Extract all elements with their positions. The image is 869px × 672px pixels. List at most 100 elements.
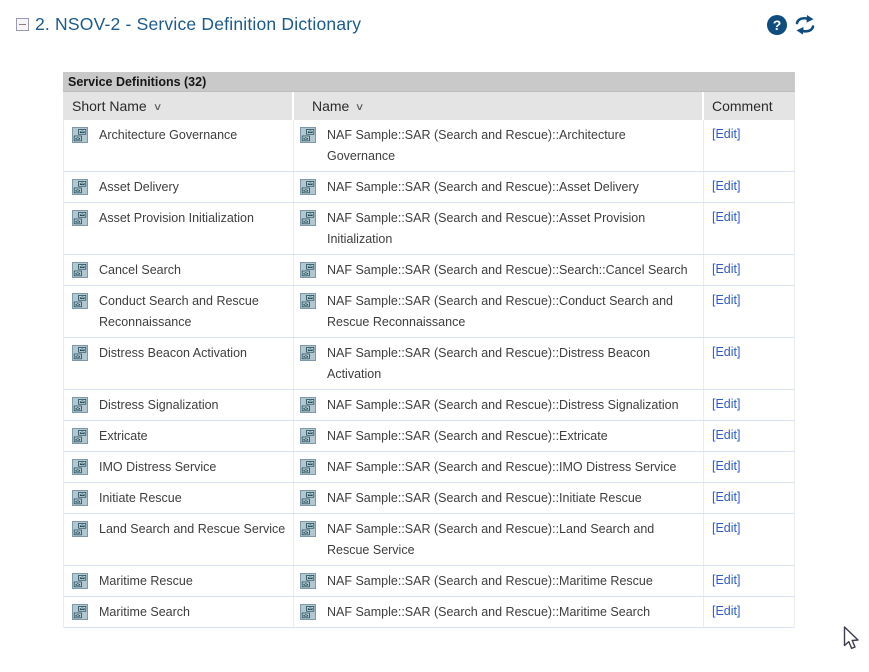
- short-name-text: Asset Delivery: [99, 177, 179, 198]
- table-row: Distress Beacon Activation NAF Sample::S…: [64, 338, 794, 390]
- name-text: NAF Sample::SAR (Search and Rescue)::Mar…: [327, 571, 653, 592]
- short-name-cell: Maritime Rescue: [64, 566, 293, 596]
- short-name-cell: IMO Distress Service: [64, 452, 293, 482]
- short-name-cell: Distress Beacon Activation: [64, 338, 293, 389]
- sort-chevron-icon[interactable]: ∨: [355, 102, 365, 113]
- name-cell: NAF Sample::SAR (Search and Rescue)::Ass…: [293, 203, 703, 254]
- short-name-text: Cancel Search: [99, 260, 181, 281]
- name-cell: NAF Sample::SAR (Search and Rescue)::Arc…: [293, 120, 703, 171]
- short-name-text: Extricate: [99, 426, 148, 447]
- service-icon: [72, 604, 88, 620]
- table-row: Asset Provision Initialization NAF Sampl…: [64, 203, 794, 255]
- service-icon: [72, 262, 88, 278]
- sort-chevron-icon[interactable]: ∨: [153, 102, 163, 113]
- table-row: Maritime Search NAF Sample::SAR (Search …: [64, 597, 794, 628]
- comment-cell: [Edit]: [703, 483, 794, 513]
- service-icon: [300, 428, 316, 444]
- service-icon: [300, 127, 316, 143]
- name-cell: NAF Sample::SAR (Search and Rescue)::Ass…: [293, 172, 703, 202]
- edit-link[interactable]: [Edit]: [712, 260, 741, 279]
- name-cell: NAF Sample::SAR (Search and Rescue)::Lan…: [293, 514, 703, 565]
- name-text: NAF Sample::SAR (Search and Rescue)::Sea…: [327, 260, 688, 281]
- edit-link[interactable]: [Edit]: [712, 571, 741, 590]
- short-name-cell: Initiate Rescue: [64, 483, 293, 513]
- name-cell: NAF Sample::SAR (Search and Rescue)::Ini…: [293, 483, 703, 513]
- help-icon[interactable]: ?: [766, 14, 788, 36]
- edit-link[interactable]: [Edit]: [712, 125, 741, 144]
- table-row: Extricate NAF Sample::SAR (Search and Re…: [64, 421, 794, 452]
- page-header: 2. NSOV-2 - Service Definition Dictionar…: [16, 14, 853, 35]
- short-name-text: Asset Provision Initialization: [99, 208, 254, 229]
- name-text: NAF Sample::SAR (Search and Rescue)::Ass…: [327, 208, 697, 250]
- name-text: NAF Sample::SAR (Search and Rescue)::Ass…: [327, 177, 639, 198]
- short-name-text: Architecture Governance: [99, 125, 237, 146]
- table-title: Service Definitions (32): [68, 75, 206, 89]
- table-row: IMO Distress Service NAF Sample::SAR (Se…: [64, 452, 794, 483]
- svg-text:?: ?: [773, 17, 782, 33]
- table-row: Asset Delivery NAF Sample::SAR (Search a…: [64, 172, 794, 203]
- short-name-text: Land Search and Rescue Service: [99, 519, 285, 540]
- refresh-icon[interactable]: [793, 14, 817, 36]
- comment-cell: [Edit]: [703, 597, 794, 627]
- table-header-row: Short Name ∨ Name ∨ Comment: [63, 92, 795, 120]
- edit-link[interactable]: [Edit]: [712, 457, 741, 476]
- short-name-cell: Cancel Search: [64, 255, 293, 285]
- comment-cell: [Edit]: [703, 421, 794, 451]
- comment-cell: [Edit]: [703, 203, 794, 254]
- name-text: NAF Sample::SAR (Search and Rescue)::Lan…: [327, 519, 697, 561]
- table-titlebar: Service Definitions (32): [63, 72, 795, 92]
- name-text: NAF Sample::SAR (Search and Rescue)::Mar…: [327, 602, 650, 623]
- service-icon: [300, 345, 316, 361]
- service-icon: [300, 293, 316, 309]
- name-cell: NAF Sample::SAR (Search and Rescue)::Ext…: [293, 421, 703, 451]
- short-name-text: Distress Beacon Activation: [99, 343, 247, 364]
- short-name-cell: Distress Signalization: [64, 390, 293, 420]
- service-icon: [300, 397, 316, 413]
- column-header-name[interactable]: Name ∨: [292, 92, 702, 120]
- comment-cell: [Edit]: [703, 286, 794, 337]
- short-name-text: Maritime Search: [99, 602, 190, 623]
- table-row: Land Search and Rescue Service NAF Sampl…: [64, 514, 794, 566]
- name-cell: NAF Sample::SAR (Search and Rescue)::Dis…: [293, 338, 703, 389]
- column-header-comment: Comment: [702, 92, 795, 120]
- service-icon: [300, 521, 316, 537]
- table-row: Conduct Search and Rescue Reconnaissance…: [64, 286, 794, 338]
- service-icon: [72, 345, 88, 361]
- service-icon: [72, 179, 88, 195]
- service-icon: [72, 428, 88, 444]
- edit-link[interactable]: [Edit]: [712, 208, 741, 227]
- name-text: NAF Sample::SAR (Search and Rescue)::Dis…: [327, 395, 679, 416]
- short-name-text: Conduct Search and Rescue Reconnaissance: [99, 291, 287, 333]
- name-cell: NAF Sample::SAR (Search and Rescue)::Mar…: [293, 566, 703, 596]
- service-icon: [300, 210, 316, 226]
- edit-link[interactable]: [Edit]: [712, 177, 741, 196]
- edit-link[interactable]: [Edit]: [712, 343, 741, 362]
- short-name-cell: Land Search and Rescue Service: [64, 514, 293, 565]
- short-name-cell: Architecture Governance: [64, 120, 293, 171]
- edit-link[interactable]: [Edit]: [712, 426, 741, 445]
- column-header-short-name[interactable]: Short Name ∨: [63, 92, 292, 120]
- collapse-section-icon[interactable]: [16, 18, 29, 31]
- short-name-cell: Maritime Search: [64, 597, 293, 627]
- comment-cell: [Edit]: [703, 172, 794, 202]
- edit-link[interactable]: [Edit]: [712, 488, 741, 507]
- short-name-text: Distress Signalization: [99, 395, 219, 416]
- comment-cell: [Edit]: [703, 338, 794, 389]
- service-icon: [72, 210, 88, 226]
- short-name-text: Maritime Rescue: [99, 571, 193, 592]
- comment-cell: [Edit]: [703, 566, 794, 596]
- edit-link[interactable]: [Edit]: [712, 395, 741, 414]
- name-cell: NAF Sample::SAR (Search and Rescue)::Mar…: [293, 597, 703, 627]
- edit-link[interactable]: [Edit]: [712, 519, 741, 538]
- service-icon: [300, 573, 316, 589]
- service-icon: [72, 293, 88, 309]
- edit-link[interactable]: [Edit]: [712, 602, 741, 621]
- short-name-cell: Conduct Search and Rescue Reconnaissance: [64, 286, 293, 337]
- name-cell: NAF Sample::SAR (Search and Rescue)::IMO…: [293, 452, 703, 482]
- comment-cell: [Edit]: [703, 120, 794, 171]
- mouse-cursor: [843, 626, 862, 652]
- name-cell: NAF Sample::SAR (Search and Rescue)::Sea…: [293, 255, 703, 285]
- short-name-text: Initiate Rescue: [99, 488, 182, 509]
- edit-link[interactable]: [Edit]: [712, 291, 741, 310]
- name-text: NAF Sample::SAR (Search and Rescue)::IMO…: [327, 457, 676, 478]
